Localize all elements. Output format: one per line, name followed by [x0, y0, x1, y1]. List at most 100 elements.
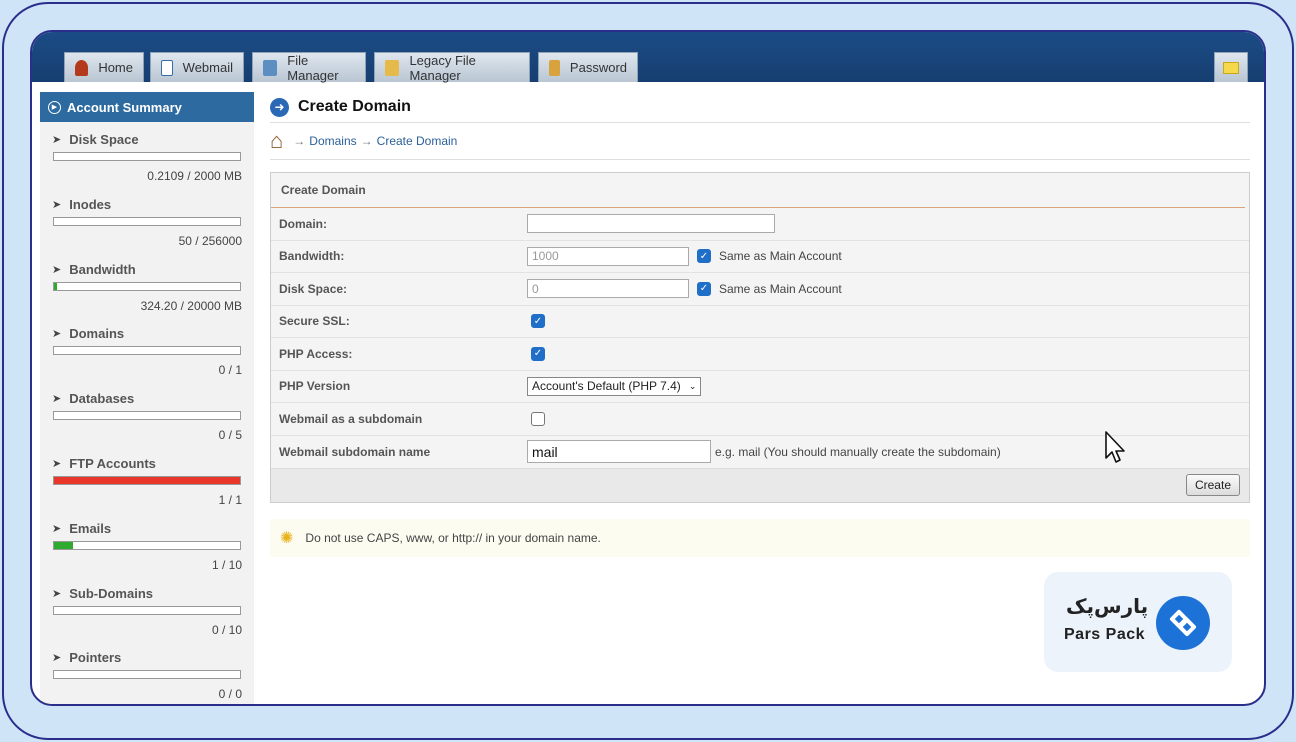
arrow-icon: ➤: [52, 457, 62, 470]
create-domain-form: Create Domain Domain: Bandwidth: ✓ Same …: [270, 172, 1250, 503]
breadcrumb-domains[interactable]: Domains: [309, 134, 356, 148]
stat-item: ➤ FTP Accounts 1 / 1: [40, 446, 254, 511]
browser-window: Home Webmail File Manager Legacy File Ma…: [30, 30, 1266, 706]
tab-file-manager[interactable]: File Manager: [252, 52, 366, 83]
lightbulb-icon: ✺: [280, 530, 294, 547]
arrow-icon: ➤: [52, 134, 62, 146]
usage-bar: [53, 152, 241, 161]
ssl-checkbox[interactable]: ✓: [531, 314, 545, 329]
disk-space-input[interactable]: [527, 279, 689, 299]
stat-value: 324.20 / 20000 MB: [140, 298, 242, 313]
stat-title[interactable]: ➤ Emails: [52, 521, 242, 536]
create-button[interactable]: Create: [1185, 474, 1240, 496]
stat-value: 0.2109 / 2000 MB: [147, 169, 242, 183]
folder-icon: [385, 59, 400, 76]
webmail-name-row: Webmail subdomain name e.g. mail (You sh…: [271, 436, 1249, 469]
stat-value: 0 / 5: [218, 428, 242, 443]
arrow-icon: ➤: [52, 263, 62, 276]
tab-legacy-file-manager[interactable]: Legacy File Manager: [374, 52, 530, 83]
stat-value: 50 / 256000: [178, 233, 242, 248]
domain-input[interactable]: [527, 214, 775, 234]
main-content: ➜ Create Domain ⌂ → Domains → Create Dom…: [270, 92, 1250, 557]
usage-bar: [53, 670, 241, 680]
usage-bar: [53, 281, 241, 291]
stat-title[interactable]: ➤ Bandwidth: [52, 262, 242, 277]
arrow-icon: ➤: [52, 522, 62, 535]
php-access-checkbox[interactable]: ✓: [531, 346, 545, 361]
brand-watermark: پارس‌پک Pars Pack: [1044, 572, 1232, 672]
usage-bar-fill: [54, 476, 240, 484]
usage-bar: [53, 411, 241, 421]
home-icon: [75, 59, 89, 76]
password-icon: [549, 59, 560, 76]
brand-name-fa: پارس‌پک: [1066, 596, 1149, 618]
stat-value: 0 / 0: [218, 687, 242, 702]
stat-item: ➤ Bandwidth 324.20 / 20000 MB: [40, 252, 254, 317]
disk-same-checkbox[interactable]: ✓: [697, 281, 711, 296]
stat-title[interactable]: ➤ Databases: [52, 391, 242, 406]
stats-list: ➤ Disk Space 0.2109 / 2000 MB ➤ Inodes 50 / 2…: [40, 122, 254, 704]
stat-value: 0 / 1: [218, 363, 242, 378]
arrow-icon: ➤: [52, 652, 62, 665]
stat-title[interactable]: ➤ Sub-Domains: [52, 586, 242, 601]
arrow-icon: ➤: [52, 328, 62, 341]
brand-logo-icon: [1156, 596, 1210, 650]
stat-item: ➤ Disk Space 0.2109 / 2000 MB: [40, 122, 254, 187]
tab-password[interactable]: Password: [538, 52, 638, 82]
mail-icon: [161, 59, 173, 76]
bandwidth-row: Bandwidth: ✓ Same as Main Account: [271, 241, 1249, 273]
usage-bar: [53, 216, 241, 226]
arrow-icon: ➤: [52, 393, 62, 406]
usage-bar: [53, 346, 241, 356]
bandwidth-same-checkbox[interactable]: ✓: [697, 249, 711, 264]
stat-value: 1 / 1: [218, 492, 242, 507]
disk-space-row: Disk Space: ✓ Same as Main Account: [271, 273, 1249, 306]
domain-row: Domain:: [271, 208, 1249, 241]
php-access-row: PHP Access: ✓: [271, 338, 1249, 371]
mouse-cursor-icon: [1105, 431, 1125, 463]
webmail-subdomain-row: Webmail as a subdomain: [271, 403, 1249, 436]
arrow-icon: ➤: [52, 587, 62, 600]
stat-title[interactable]: ➤ Inodes: [52, 197, 242, 212]
bandwidth-input[interactable]: [527, 246, 689, 266]
php-version-select[interactable]: Account's Default (PHP 7.4) ⌄: [527, 376, 702, 396]
stat-title[interactable]: ➤ FTP Accounts: [52, 456, 242, 471]
stat-value: 0 / 10: [211, 622, 242, 637]
page-title: ➜ Create Domain: [270, 92, 1250, 122]
collapse-icon: ▶: [48, 100, 61, 114]
brand-name-en: Pars Pack: [1064, 626, 1146, 643]
account-summary-sidebar: ▶ Account Summary ➤ Disk Space 0.2109 / 20…: [40, 92, 254, 704]
usage-bar: [53, 605, 241, 615]
notes-button[interactable]: [1214, 52, 1248, 82]
stat-item: ➤ Pointers 0 / 0: [40, 640, 254, 704]
stat-item: ➤ Emails 1 / 10: [40, 511, 254, 576]
breadcrumb-current[interactable]: Create Domain: [377, 134, 458, 148]
stat-value: 1 / 10: [211, 557, 242, 572]
stat-item: ➤ Inodes 50 / 256000: [40, 187, 254, 252]
account-summary-header[interactable]: ▶ Account Summary: [40, 92, 254, 122]
tip-box: ✺ Do not use CAPS, www, or http:// in yo…: [270, 519, 1250, 557]
divider: [270, 159, 1250, 160]
usage-bar-fill: [54, 282, 57, 290]
stat-title[interactable]: ➤ Domains: [52, 326, 242, 341]
tab-home[interactable]: Home: [64, 52, 144, 82]
breadcrumb-separator: →: [293, 134, 306, 148]
breadcrumb-separator: →: [360, 134, 373, 148]
stat-item: ➤ Domains 0 / 1: [40, 316, 254, 381]
stat-item: ➤ Databases 0 / 5: [40, 381, 254, 446]
ssl-row: Secure SSL: ✓: [271, 306, 1249, 338]
webmail-subdomain-checkbox[interactable]: [531, 411, 545, 426]
usage-bar: [53, 540, 241, 550]
breadcrumb: ⌂ → Domains → Create Domain: [270, 123, 1250, 159]
usage-bar: [53, 475, 241, 485]
tab-webmail[interactable]: Webmail: [150, 52, 244, 82]
home-icon[interactable]: ⌂: [270, 130, 283, 152]
webmail-name-input[interactable]: [527, 440, 711, 464]
stat-title[interactable]: ➤ Disk Space: [52, 132, 242, 147]
top-navigation: Home Webmail File Manager Legacy File Ma…: [32, 32, 1264, 83]
arrow-right-icon: ➜: [270, 97, 289, 117]
php-version-row: PHP Version Account's Default (PHP 7.4) …: [271, 371, 1249, 403]
stat-title[interactable]: ➤ Pointers: [52, 650, 242, 665]
usage-bar-fill: [54, 541, 73, 549]
form-heading: Create Domain: [271, 173, 1245, 208]
